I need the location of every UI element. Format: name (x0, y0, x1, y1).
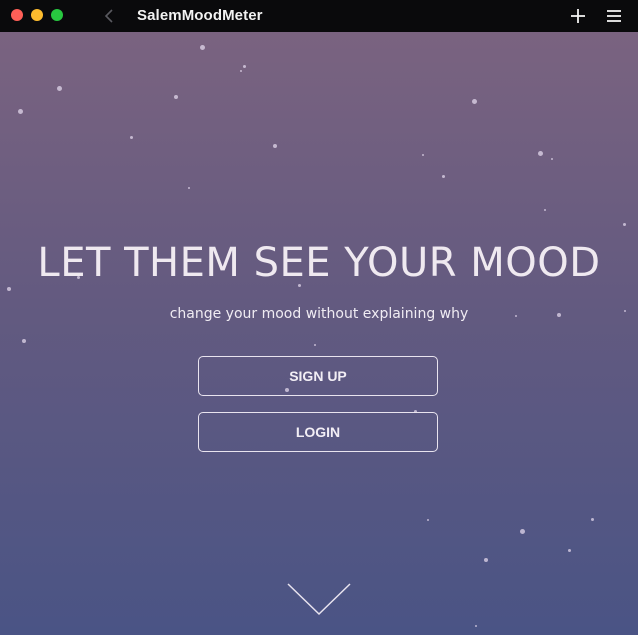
chevron-left-icon[interactable] (100, 6, 118, 26)
star (7, 287, 11, 291)
maximize-window-button[interactable] (51, 9, 63, 21)
star (520, 529, 525, 534)
app-window: SalemMoodMeter LET THEM SEE YOUR MOOD ch… (0, 0, 638, 635)
hamburger-menu-icon[interactable] (605, 8, 623, 24)
star (200, 45, 205, 50)
star (538, 151, 543, 156)
sign-up-button[interactable]: SIGN UP (198, 356, 438, 396)
star (442, 175, 445, 178)
star (568, 549, 571, 552)
plus-icon[interactable] (569, 7, 587, 25)
window-title: SalemMoodMeter (137, 7, 263, 24)
star (240, 70, 242, 72)
login-button[interactable]: LOGIN (198, 412, 438, 452)
title-bar: SalemMoodMeter (0, 0, 638, 32)
star (314, 344, 316, 346)
star (427, 519, 429, 521)
star (544, 209, 546, 211)
star (591, 518, 594, 521)
chevron-down-icon[interactable] (286, 582, 352, 618)
hero-subtitle: change your mood without explaining why (169, 306, 469, 322)
hero-section: LET THEM SEE YOUR MOOD change your mood … (0, 32, 638, 635)
star (273, 144, 277, 148)
close-window-button[interactable] (11, 9, 23, 21)
star (623, 223, 626, 226)
star (130, 136, 133, 139)
minimize-window-button[interactable] (31, 9, 43, 21)
star (475, 625, 477, 627)
star (18, 109, 23, 114)
hero-headline: LET THEM SEE YOUR MOOD (37, 240, 601, 286)
star (22, 339, 26, 343)
star (484, 558, 488, 562)
star (243, 65, 246, 68)
star (174, 95, 178, 99)
star (422, 154, 424, 156)
star (472, 99, 477, 104)
star (188, 187, 190, 189)
star (57, 86, 62, 91)
star (551, 158, 553, 160)
